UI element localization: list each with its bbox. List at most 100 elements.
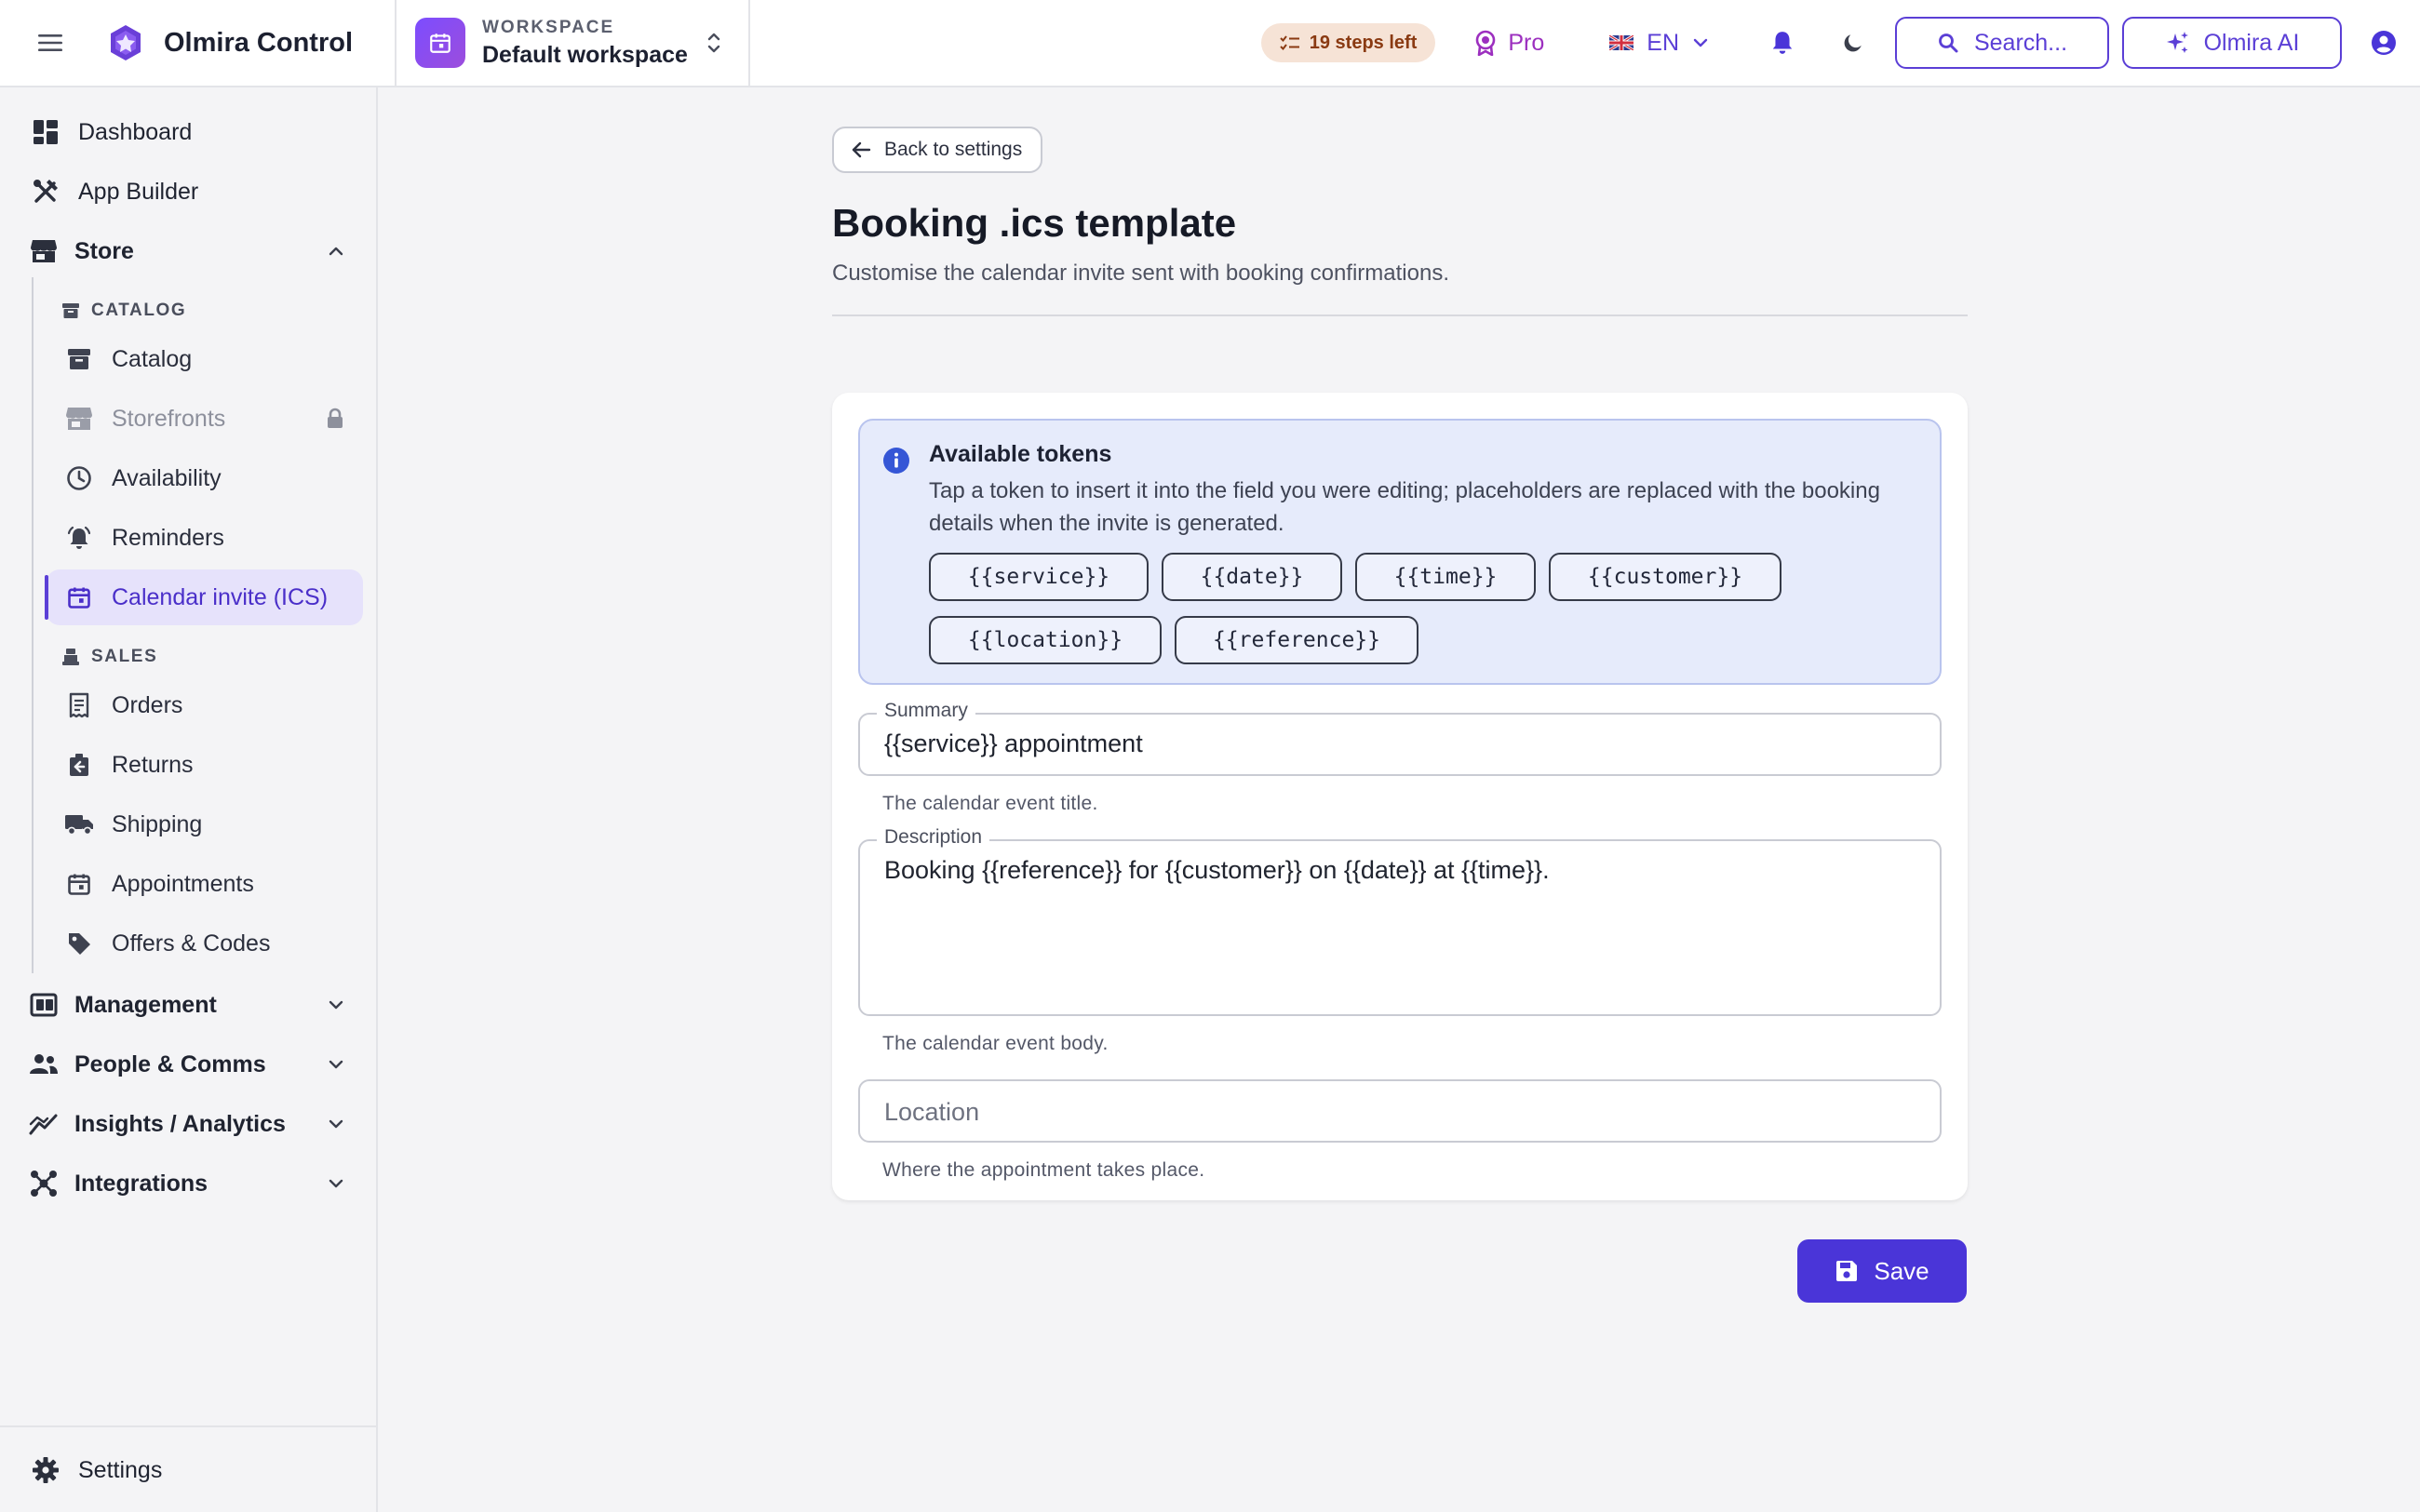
sidebar-item-label: Settings [78,1456,163,1483]
receipt-icon [63,689,95,721]
sidebar-item-orders[interactable]: Orders [47,677,363,733]
sidebar-item-calendar-invite[interactable]: Calendar invite (ICS) [45,569,363,625]
workspace-label: WORKSPACE [482,17,615,37]
search-icon [1937,32,1959,54]
page-title: Booking .ics template [832,201,1237,245]
chevron-down-icon [328,1178,344,1189]
menu-icon[interactable] [32,24,69,61]
token-time[interactable]: {{time}} [1355,553,1536,601]
calendar-icon [63,582,95,613]
tokens-title: Available tokens [929,441,1112,467]
save-icon [1835,1259,1859,1283]
wallet-icon [28,989,60,1021]
dashboard-icon [30,116,61,148]
section-label: SALES [91,647,158,666]
checklist-icon [1280,34,1300,51]
plan-label: Pro [1508,29,1545,56]
save-label: Save [1874,1256,1929,1285]
analytics-icon [28,1108,60,1140]
token-location[interactable]: {{location}} [929,616,1162,664]
award-icon [1474,30,1497,56]
tools-icon [30,176,61,207]
sidebar-item-label: Appointments [112,870,254,897]
token-service[interactable]: {{service}} [929,553,1149,601]
token-customer[interactable]: {{customer}} [1549,553,1781,601]
sidebar-item-shipping[interactable]: Shipping [47,796,363,852]
moon-icon[interactable] [1841,31,1865,55]
available-tokens-panel: Available tokens Tap a token to insert i… [858,419,1942,685]
calendar-icon [415,18,465,68]
chevron-up-icon [328,246,344,257]
sidebar-group-people[interactable]: People & Comms [0,1038,378,1091]
description-label: Description [877,826,990,849]
sidebar-item-label: Returns [112,751,194,778]
archive-icon [61,301,80,320]
back-to-settings-button[interactable]: Back to settings [832,127,1042,173]
sidebar-footer: Settings [0,1425,378,1512]
top-bar: Olmira Control WORKSPACE Default workspa… [0,0,2420,87]
storefront-icon [63,403,95,435]
token-date[interactable]: {{date}} [1162,553,1342,601]
summary-field[interactable]: Summary {{service}} appointment [858,700,1942,776]
sidebar-item-settings[interactable]: Settings [0,1444,378,1496]
steps-left-text: 19 steps left [1309,32,1418,53]
hub-icon [28,1168,60,1199]
sidebar-item-storefronts: Storefronts [47,391,363,447]
token-reference[interactable]: {{reference}} [1175,616,1418,664]
setup-steps-badge[interactable]: 19 steps left [1260,23,1436,62]
sidebar-item-dashboard[interactable]: Dashboard [0,106,378,158]
tree-line [32,277,34,973]
tokens-description: Tap a token to insert it into the field … [929,478,1880,536]
sidebar-item-label: Orders [112,691,183,718]
pro-plan-badge[interactable]: Pro [1474,30,1544,57]
truck-icon [63,809,95,840]
divider [832,314,1968,316]
main-content: Back to settings Booking .ics template C… [380,89,2420,1512]
workspace-switcher[interactable]: WORKSPACE Default workspace [397,0,750,87]
section-sales: SALES [61,643,157,671]
sidebar-item-appointments[interactable]: Appointments [47,856,363,912]
sidebar-item-returns[interactable]: Returns [47,737,363,793]
sidebar-group-store[interactable]: Store [0,225,378,277]
people-icon [28,1049,60,1080]
sidebar-item-catalog[interactable]: Catalog [47,331,363,387]
sidebar-item-offers[interactable]: Offers & Codes [47,916,363,971]
chevron-down-icon [328,1059,344,1070]
calendar-icon [63,868,95,900]
location-placeholder: Location [884,1098,980,1126]
language-code: EN [1647,29,1679,56]
return-package-icon [63,749,95,781]
workspace-name: Default workspace [482,41,688,68]
description-helper: The calendar event body. [882,1033,1109,1054]
arrow-left-icon [851,140,871,159]
save-button[interactable]: Save [1797,1239,1967,1303]
uk-flag-icon [1609,35,1634,50]
chevron-down-icon [328,1118,344,1130]
tag-icon [63,928,95,959]
chevron-down-icon [1692,37,1709,48]
bell-icon[interactable] [1770,30,1795,56]
sidebar-group-label: Integrations [74,1170,208,1197]
search-button[interactable]: Search... [1895,17,2109,69]
account-circle-icon[interactable] [2370,29,2398,57]
info-icon [882,447,910,475]
sidebar-item-label: Shipping [112,810,203,837]
location-field[interactable]: Location [858,1079,1942,1143]
ai-assistant-button[interactable]: Olmira AI [2122,17,2342,69]
sidebar-group-management[interactable]: Management [0,979,378,1031]
sidebar-group-label: Management [74,991,217,1018]
language-selector[interactable]: EN [1609,30,1709,57]
sidebar-item-reminders[interactable]: Reminders [47,510,363,566]
unfold-icon [706,31,721,55]
sidebar-group-integrations[interactable]: Integrations [0,1157,378,1210]
sidebar-group-label: Insights / Analytics [74,1110,286,1137]
description-field[interactable]: Description Booking {{reference}} for {{… [858,826,1942,1016]
sidebar-item-availability[interactable]: Availability [47,450,363,506]
olmira-logo-icon [106,23,145,62]
sidebar-item-label: Calendar invite (ICS) [112,583,329,610]
sidebar-group-insights[interactable]: Insights / Analytics [0,1098,378,1150]
sidebar-item-label: Storefronts [112,405,226,432]
summary-value: {{service}} appointment [884,729,1143,757]
description-value: Booking {{reference}} for {{customer}} o… [884,856,1550,884]
sidebar-item-app-builder[interactable]: App Builder [0,166,378,218]
